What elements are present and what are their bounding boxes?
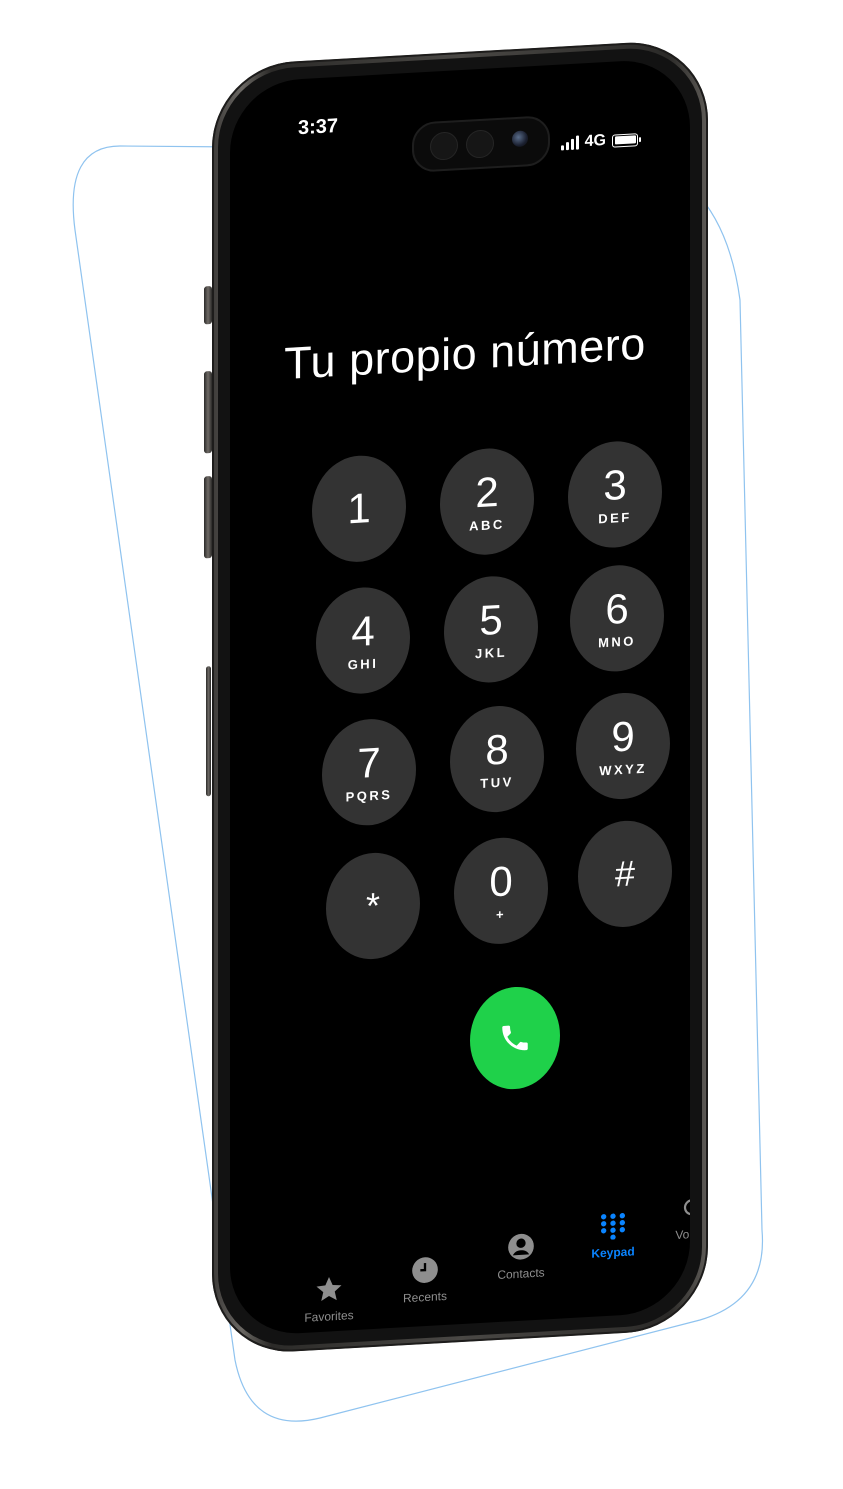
battery-icon: [612, 132, 638, 148]
voicemail-icon: [683, 1190, 690, 1224]
key-star[interactable]: *: [326, 850, 420, 962]
tab-recents[interactable]: Recents: [380, 1252, 470, 1307]
key-letters: DEF: [598, 509, 632, 526]
key-0[interactable]: 0 +: [454, 835, 548, 947]
clock-icon: [411, 1253, 439, 1287]
key-hash[interactable]: #: [578, 818, 672, 930]
status-indicators: 4G: [560, 130, 638, 152]
tab-label: Favorites: [304, 1308, 354, 1325]
person-circle-icon: [507, 1230, 535, 1264]
sim-tray: [206, 666, 211, 797]
dynamic-island: [412, 115, 550, 173]
home-indicator[interactable]: [410, 1325, 578, 1337]
action-button: [204, 286, 212, 325]
key-7[interactable]: 7 PQRS: [322, 716, 416, 828]
dialed-number-display: Tu propio número: [284, 317, 646, 389]
tab-label: Recents: [402, 1288, 448, 1306]
key-digit: #: [614, 852, 636, 895]
sensor-icon: [466, 129, 494, 159]
key-9[interactable]: 9 WXYZ: [576, 690, 670, 802]
key-digit: 7: [357, 738, 381, 787]
key-letters: MNO: [598, 632, 636, 650]
call-button[interactable]: [470, 984, 560, 1092]
key-digit: 9: [611, 711, 635, 761]
key-letters: TUV: [480, 773, 514, 791]
network-type: 4G: [584, 131, 606, 151]
key-letters: GHI: [347, 655, 379, 672]
key-letters: PQRS: [345, 786, 393, 805]
key-digit: 2: [475, 467, 499, 516]
key-2[interactable]: 2 ABC: [440, 445, 534, 558]
tab-voicemail[interactable]: Voicemail: [656, 1188, 690, 1243]
key-letters: +: [495, 906, 507, 922]
key-digit: *: [365, 884, 380, 927]
signal-bars-icon: [560, 135, 579, 151]
key-letters: ABC: [469, 516, 505, 534]
phone-screen: 3:37 4G Tu propio número 1 2 ABC 3 DEF 4…: [230, 57, 690, 1337]
tab-label: Contacts: [497, 1265, 545, 1283]
volume-up-button: [204, 371, 212, 454]
keypad: 1 2 ABC 3 DEF 4 GHI 5 JKL 6 MNO 7 PQRS 8…: [312, 438, 672, 962]
tab-label: Keypad: [591, 1244, 635, 1261]
phone-frame: 3:37 4G Tu propio número 1 2 ABC 3 DEF 4…: [204, 38, 708, 1357]
tab-bar: Favorites Recents Contacts Keypad Voicem…: [270, 1199, 690, 1325]
key-digit: 5: [479, 595, 503, 644]
key-3[interactable]: 3 DEF: [568, 438, 662, 551]
product-stage: 3:37 4G Tu propio número 1 2 ABC 3 DEF 4…: [0, 0, 843, 1489]
key-digit: 1: [347, 484, 371, 533]
phone-bezel: 3:37 4G Tu propio número 1 2 ABC 3 DEF 4…: [218, 44, 702, 1350]
keypad-grid-icon: [599, 1209, 627, 1243]
key-5[interactable]: 5 JKL: [444, 573, 538, 686]
key-digit: 3: [603, 460, 627, 509]
tab-contacts[interactable]: Contacts: [476, 1228, 566, 1283]
key-digit: 4: [351, 606, 375, 655]
key-digit: 6: [605, 584, 629, 633]
key-letters: WXYZ: [599, 760, 647, 778]
tab-keypad[interactable]: Keypad: [568, 1207, 658, 1262]
key-digit: 8: [485, 724, 509, 774]
key-6[interactable]: 6 MNO: [570, 562, 664, 674]
tab-label: Voicemail: [675, 1225, 690, 1243]
front-camera-icon: [512, 130, 528, 148]
key-letters: JKL: [474, 644, 508, 661]
phone-icon: [502, 1025, 528, 1051]
star-icon: [314, 1273, 344, 1307]
key-digit: 0: [489, 856, 513, 905]
key-8[interactable]: 8 TUV: [450, 703, 544, 815]
volume-down-button: [204, 476, 212, 559]
status-time: 3:37: [298, 114, 339, 140]
sensor-icon: [430, 131, 458, 161]
key-1[interactable]: 1: [312, 453, 406, 565]
tab-favorites[interactable]: Favorites: [284, 1271, 374, 1326]
key-4[interactable]: 4 GHI: [316, 584, 410, 697]
